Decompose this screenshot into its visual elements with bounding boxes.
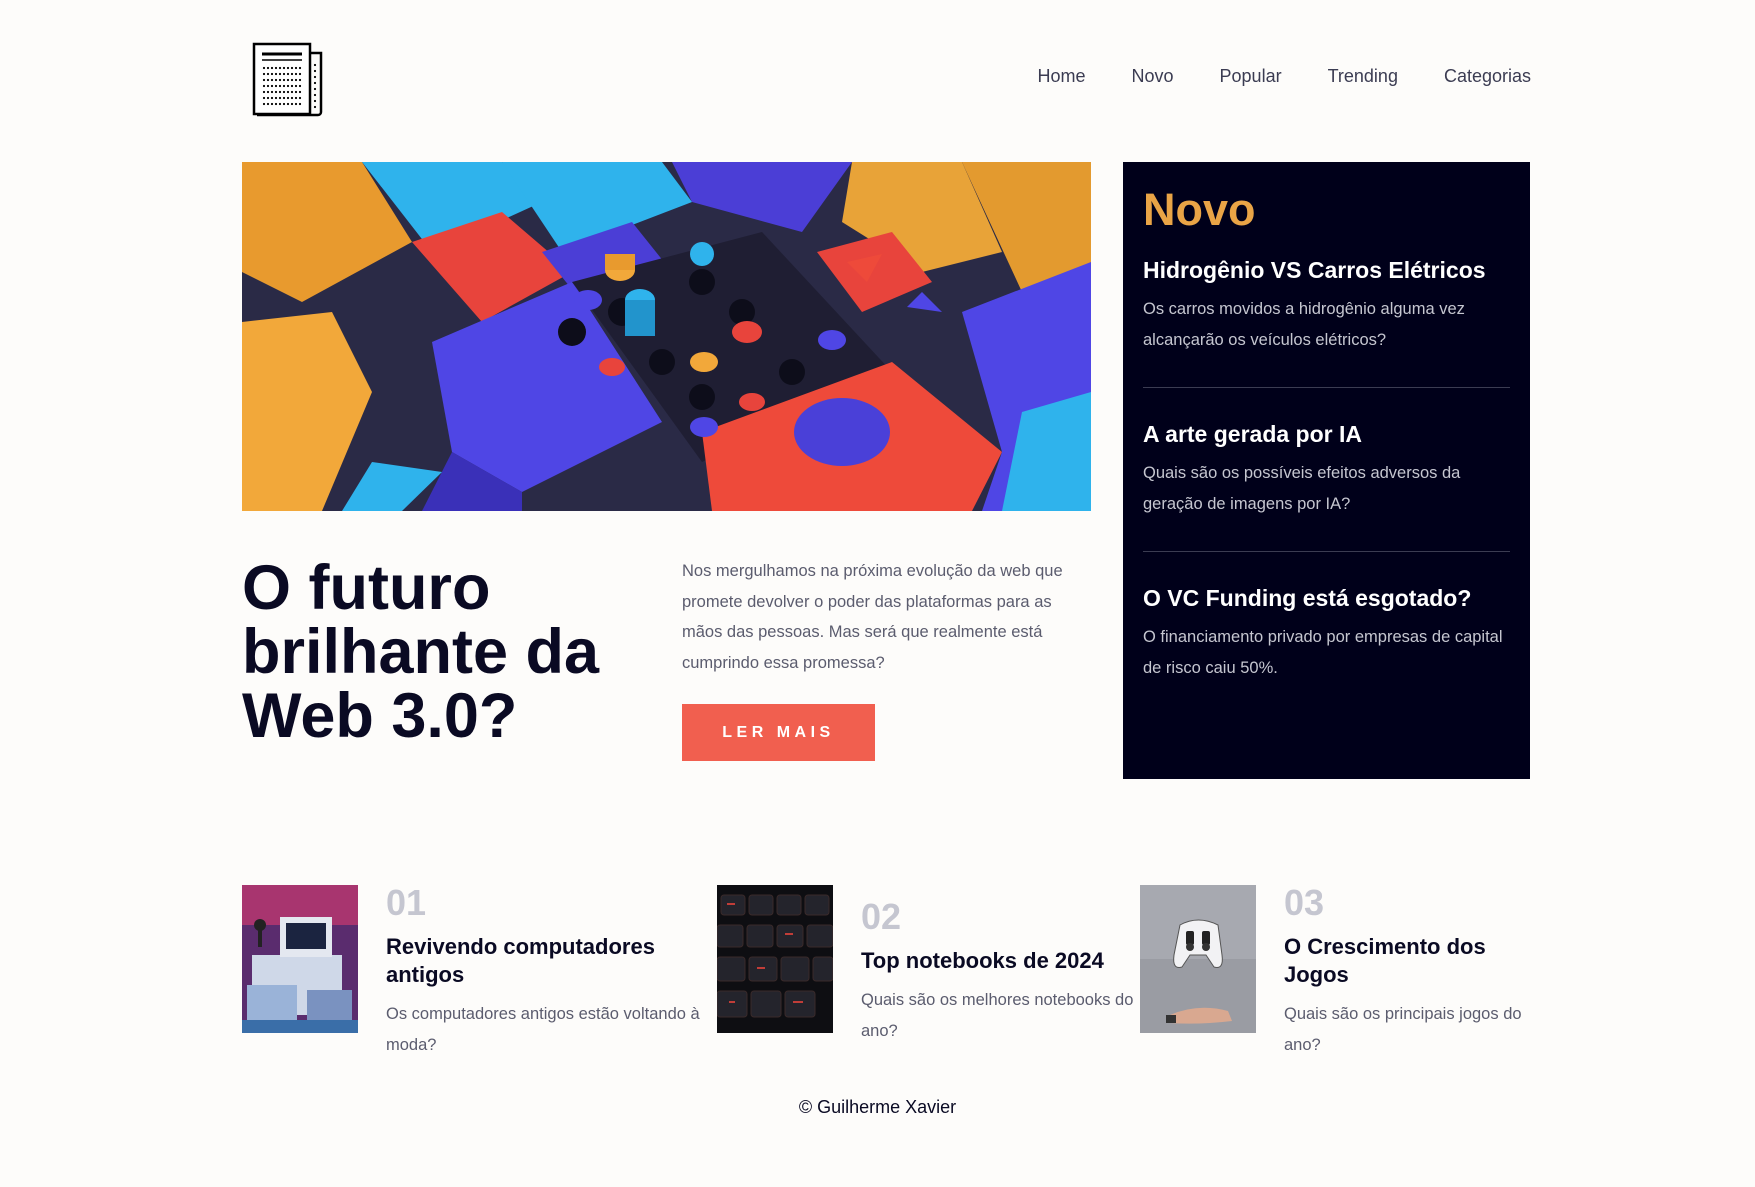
- article-number: 03: [1284, 882, 1325, 923]
- article-card[interactable]: 02 Top notebooks de 2024 Quais são os me…: [717, 885, 1137, 1046]
- article-card[interactable]: 03 O Crescimento dos Jogos Quais são os …: [1140, 885, 1530, 1060]
- article-text: Quais são os melhores notebooks do ano?: [861, 991, 1134, 1040]
- sidebar-heading: Novo: [1143, 184, 1256, 235]
- read-more-button[interactable]: LER MAIS: [682, 704, 875, 761]
- nav-popular[interactable]: Popular: [1220, 66, 1282, 87]
- sidebar-article[interactable]: O VC Funding está esgotado? O financiame…: [1143, 584, 1510, 683]
- hero-title: O futuro brilhante da Web 3.0?: [242, 553, 600, 751]
- sidebar-article[interactable]: A arte gerada por IA Quais são os possív…: [1143, 420, 1510, 552]
- sidebar-article-text: O financiamento privado por empresas de …: [1143, 628, 1503, 677]
- sidebar-article-title[interactable]: O VC Funding está esgotado?: [1143, 584, 1510, 612]
- hero-image: [242, 162, 1091, 511]
- article-title[interactable]: Revivendo computadores antigos: [386, 933, 702, 989]
- retro-computers-image[interactable]: [242, 885, 358, 1033]
- sidebar-article[interactable]: Hidrogênio VS Carros Elétricos Os carros…: [1143, 256, 1510, 388]
- sidebar-article-text: Quais são os possíveis efeitos adversos …: [1143, 464, 1461, 513]
- notebook-keyboard-image[interactable]: [717, 885, 833, 1033]
- article-card[interactable]: 01 Revivendo computadores antigos Os com…: [242, 885, 702, 1060]
- article-title[interactable]: O Crescimento dos Jogos: [1284, 933, 1530, 989]
- article-title[interactable]: Top notebooks de 2024: [861, 947, 1137, 975]
- nav-home[interactable]: Home: [1037, 66, 1085, 87]
- article-number: 02: [861, 896, 902, 937]
- new-articles-sidebar: Novo Hidrogênio VS Carros Elétricos Os c…: [1123, 162, 1530, 779]
- game-controller-image[interactable]: [1140, 885, 1256, 1033]
- article-number: 01: [386, 882, 427, 923]
- sidebar-article-title[interactable]: A arte gerada por IA: [1143, 420, 1510, 448]
- article-text: Os computadores antigos estão voltando à…: [386, 1005, 700, 1054]
- nav-categorias[interactable]: Categorias: [1444, 66, 1531, 87]
- article-text: Quais são os principais jogos do ano?: [1284, 1005, 1522, 1054]
- footer-credit: © Guilherme Xavier: [798, 1097, 957, 1117]
- newspaper-icon[interactable]: [251, 41, 327, 117]
- nav-novo[interactable]: Novo: [1132, 66, 1174, 87]
- nav-trending[interactable]: Trending: [1328, 66, 1398, 87]
- hero-description: Nos mergulhamos na próxima evolução da w…: [682, 562, 1063, 672]
- main-nav: Home Novo Popular Trending Categorias: [1037, 66, 1531, 87]
- sidebar-article-text: Os carros movidos a hidrogênio alguma ve…: [1143, 300, 1465, 349]
- sidebar-article-title[interactable]: Hidrogênio VS Carros Elétricos: [1143, 256, 1510, 284]
